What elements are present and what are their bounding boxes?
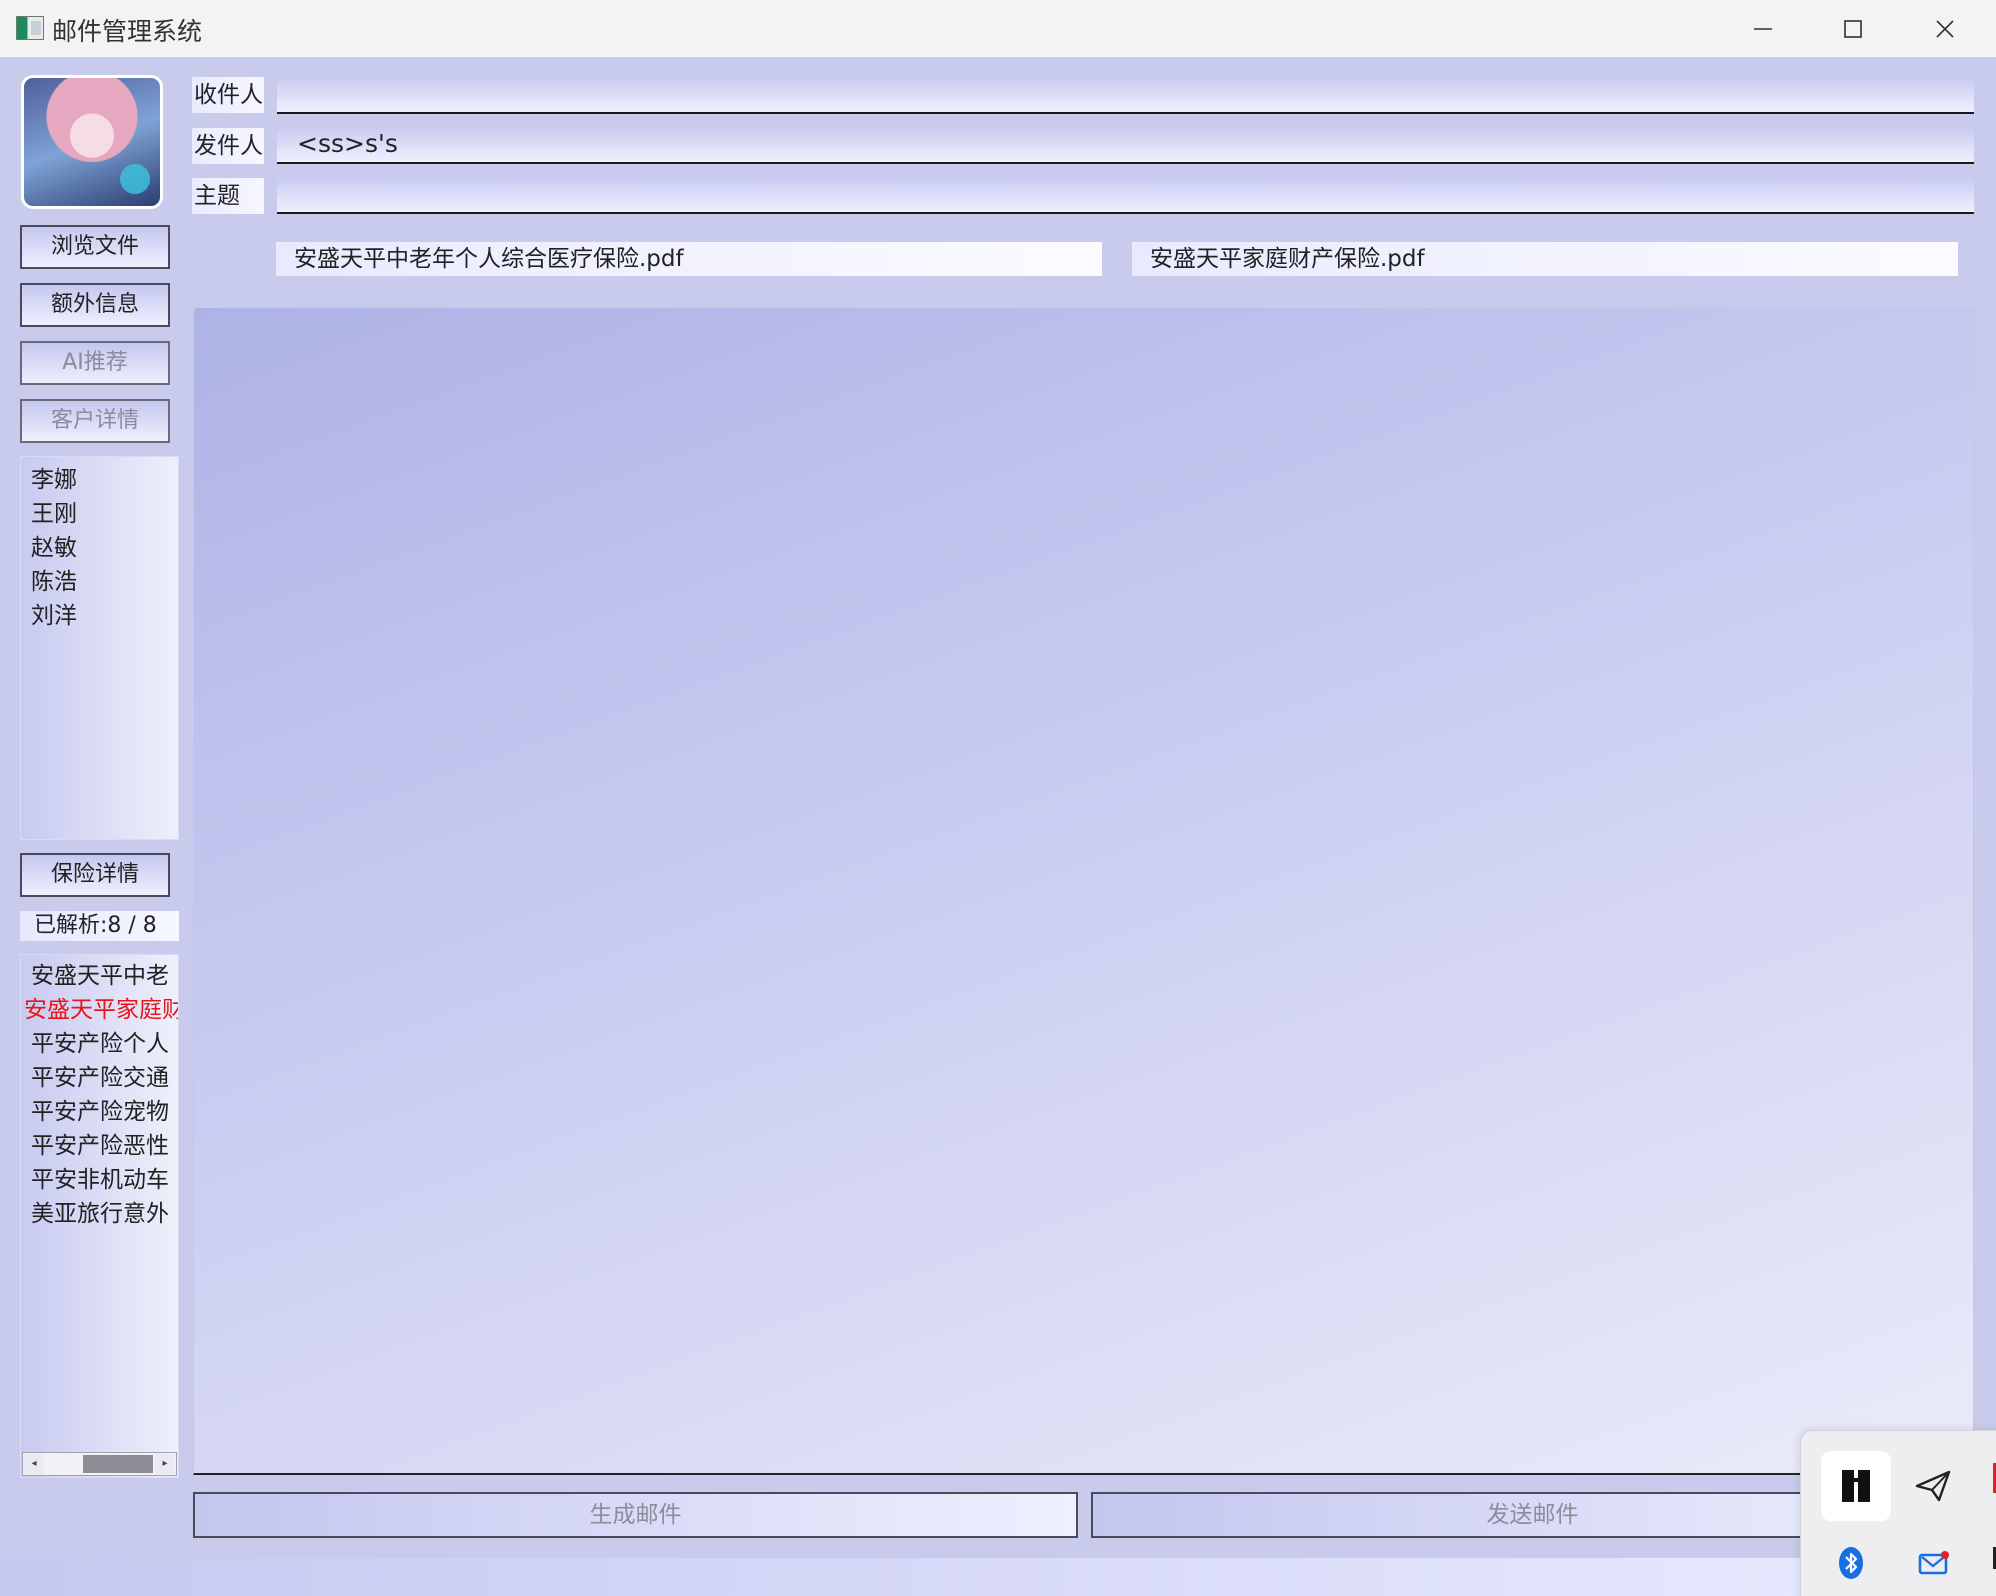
customer-list-item[interactable]: 陈浩 (21, 565, 178, 599)
scroll-right-icon[interactable]: ▸ (155, 1454, 175, 1474)
customer-details-button[interactable]: 客户详情 (20, 399, 170, 443)
close-icon (1936, 19, 1954, 38)
bookmark-app-icon (1842, 1470, 1870, 1502)
maximize-icon (1844, 19, 1862, 38)
customer-list-item[interactable]: 赵敏 (21, 531, 178, 565)
policy-list-horizontal-scrollbar[interactable]: ◂ ▸ (22, 1452, 177, 1476)
minimize-icon (1754, 27, 1772, 30)
tray-item-mail[interactable] (1909, 1541, 1959, 1585)
tray-item-bluetooth[interactable] (1831, 1541, 1871, 1585)
browse-files-button[interactable]: 浏览文件 (20, 225, 170, 269)
recipient-input[interactable] (277, 76, 1974, 114)
customer-list-item[interactable]: 刘洋 (21, 599, 178, 633)
policy-list-item-selected[interactable]: 安盛天平家庭财 (21, 993, 178, 1027)
policy-list-item[interactable]: 平安非机动车 (21, 1163, 178, 1197)
system-tray-popup (1800, 1430, 1996, 1596)
scrollbar-thumb[interactable] (83, 1455, 153, 1473)
ai-recommend-button[interactable]: AI推荐 (20, 341, 170, 385)
tray-item-send[interactable] (1906, 1461, 1960, 1511)
subject-input[interactable] (277, 176, 1974, 214)
attachment-item[interactable]: 安盛天平家庭财产保险.pdf (1132, 242, 1958, 276)
maximize-button[interactable] (1808, 0, 1898, 57)
avatar (21, 75, 163, 209)
sender-input[interactable]: <ss>s's (277, 126, 1974, 164)
generate-email-button[interactable]: 生成邮件 (193, 1492, 1078, 1538)
title-bar: 邮件管理系统 (0, 0, 1996, 57)
policy-list-item[interactable]: 平安产险交通 (21, 1061, 178, 1095)
close-button[interactable] (1900, 0, 1990, 57)
policy-list-item[interactable]: 安盛天平中老 (21, 959, 178, 993)
policy-list-item[interactable]: 平安产险宠物 (21, 1095, 178, 1129)
paper-plane-icon (1915, 1470, 1951, 1502)
bluetooth-icon (1839, 1547, 1863, 1579)
policy-list[interactable]: 安盛天平中老 安盛天平家庭财 平安产险个人 平安产险交通 平安产险宠物 平安产险… (20, 954, 179, 1478)
subject-label: 主题 (192, 178, 264, 214)
scroll-left-icon[interactable]: ◂ (24, 1454, 44, 1474)
extra-info-button[interactable]: 额外信息 (20, 283, 170, 327)
insurance-details-button[interactable]: 保险详情 (20, 853, 170, 897)
policy-list-item[interactable]: 美亚旅行意外 (21, 1197, 178, 1231)
sender-label: 发件人 (192, 128, 264, 164)
app-window: 邮件管理系统 浏览文件 额外信息 AI推荐 客户详情 李娜 王刚 赵敏 陈浩 刘… (0, 0, 1996, 1596)
policy-list-item[interactable]: 平安产险恶性 (21, 1129, 178, 1163)
policy-list-item[interactable]: 平安产险个人 (21, 1027, 178, 1061)
window-title: 邮件管理系统 (52, 17, 203, 46)
status-bar (0, 1558, 1996, 1596)
app-icon (16, 16, 44, 40)
recipient-label: 收件人 (192, 77, 264, 113)
attachment-item[interactable]: 安盛天平中老年个人综合医疗保险.pdf (276, 242, 1102, 276)
tray-item-bookmark[interactable] (1821, 1451, 1891, 1521)
email-body-editor[interactable] (193, 307, 1974, 1475)
mail-app-icon (1918, 1551, 1949, 1575)
customer-list[interactable]: 李娜 王刚 赵敏 陈浩 刘洋 (20, 456, 179, 840)
parsed-status: 已解析:8 / 8 (20, 911, 179, 941)
minimize-button[interactable] (1718, 0, 1808, 57)
customer-list-item[interactable]: 李娜 (21, 463, 178, 497)
customer-list-item[interactable]: 王刚 (21, 497, 178, 531)
